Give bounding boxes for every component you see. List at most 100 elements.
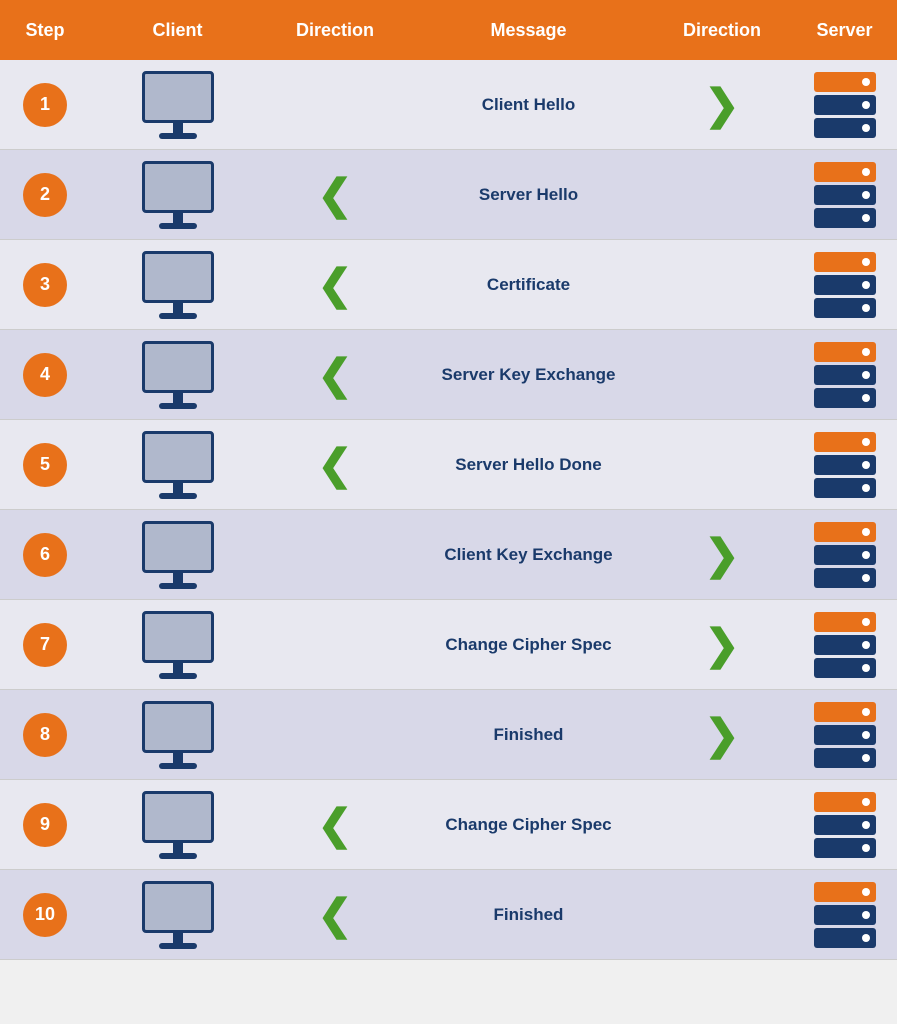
step-cell: 3: [0, 263, 90, 307]
step-cell: 6: [0, 533, 90, 577]
server-unit-mid: [814, 545, 876, 565]
client-cell: [90, 251, 265, 319]
direction-right-cell: ❯: [652, 534, 792, 576]
monitor-screen: [142, 611, 214, 663]
message-text: Change Cipher Spec: [445, 635, 611, 655]
server-unit-mid: [814, 275, 876, 295]
server-dot: [862, 281, 870, 289]
arrow-right-icon: ❯: [704, 534, 739, 576]
monitor-base: [159, 583, 197, 589]
server-unit-top: [814, 252, 876, 272]
client-cell: [90, 161, 265, 229]
direction-left-cell: ❮: [265, 174, 405, 216]
server-unit-top: [814, 342, 876, 362]
server-unit-mid: [814, 905, 876, 925]
monitor-icon: [142, 341, 214, 409]
message-cell: Change Cipher Spec: [405, 635, 652, 655]
step-cell: 8: [0, 713, 90, 757]
monitor-screen: [142, 251, 214, 303]
step-cell: 2: [0, 173, 90, 217]
monitor-icon: [142, 791, 214, 859]
server-dot: [862, 124, 870, 132]
server-cell: [792, 252, 897, 318]
server-unit-top: [814, 612, 876, 632]
step-badge: 5: [23, 443, 67, 487]
direction-left-cell: ❮: [265, 444, 405, 486]
message-text: Client Hello: [482, 95, 576, 115]
server-icon: [814, 882, 876, 948]
message-cell: Finished: [405, 725, 652, 745]
message-cell: Client Key Exchange: [405, 545, 652, 565]
server-cell: [792, 702, 897, 768]
server-dot: [862, 461, 870, 469]
server-dot: [862, 348, 870, 356]
monitor-base: [159, 223, 197, 229]
server-unit-mid: [814, 185, 876, 205]
monitor-neck: [173, 483, 183, 493]
server-dot: [862, 821, 870, 829]
monitor-base: [159, 493, 197, 499]
server-unit-bot: [814, 838, 876, 858]
monitor-neck: [173, 933, 183, 943]
arrow-left-icon: ❮: [317, 174, 352, 216]
arrow-left-icon: ❮: [317, 894, 352, 936]
step-badge: 10: [23, 893, 67, 937]
monitor-screen: [142, 161, 214, 213]
monitor-icon: [142, 881, 214, 949]
server-unit-top: [814, 432, 876, 452]
monitor-neck: [173, 123, 183, 133]
monitor-icon: [142, 701, 214, 769]
server-unit-bot: [814, 928, 876, 948]
monitor-screen: [142, 431, 214, 483]
server-unit-bot: [814, 658, 876, 678]
table-row: 10 ❮ Finished: [0, 870, 897, 960]
message-text: Client Key Exchange: [444, 545, 612, 565]
monitor-screen: [142, 71, 214, 123]
server-dot: [862, 754, 870, 762]
server-unit-bot: [814, 748, 876, 768]
server-icon: [814, 162, 876, 228]
table-row: 1 Client Hello ❯: [0, 60, 897, 150]
monitor-icon: [142, 71, 214, 139]
message-cell: Server Key Exchange: [405, 365, 652, 385]
direction-right-cell: ❯: [652, 624, 792, 666]
server-unit-bot: [814, 118, 876, 138]
server-dot: [862, 574, 870, 582]
direction-left-cell: ❮: [265, 264, 405, 306]
header-client: Client: [90, 20, 265, 41]
message-text: Server Key Exchange: [442, 365, 616, 385]
arrow-left-icon: ❮: [317, 444, 352, 486]
monitor-neck: [173, 213, 183, 223]
server-dot: [862, 551, 870, 559]
server-cell: [792, 432, 897, 498]
server-dot: [862, 934, 870, 942]
server-dot: [862, 528, 870, 536]
table-row: 2 ❮ Server Hello: [0, 150, 897, 240]
client-cell: [90, 71, 265, 139]
arrow-right-icon: ❯: [704, 714, 739, 756]
message-cell: Server Hello Done: [405, 455, 652, 475]
table-header: Step Client Direction Message Direction …: [0, 0, 897, 60]
arrow-left-icon: ❮: [317, 264, 352, 306]
server-unit-mid: [814, 365, 876, 385]
step-cell: 7: [0, 623, 90, 667]
step-cell: 1: [0, 83, 90, 127]
server-unit-bot: [814, 478, 876, 498]
server-dot: [862, 911, 870, 919]
server-cell: [792, 792, 897, 858]
monitor-icon: [142, 161, 214, 229]
server-unit-mid: [814, 635, 876, 655]
monitor-base: [159, 763, 197, 769]
arrow-left-icon: ❮: [317, 804, 352, 846]
table-row: 6 Client Key Exchange ❯: [0, 510, 897, 600]
message-text: Server Hello: [479, 185, 578, 205]
server-dot: [862, 191, 870, 199]
monitor-neck: [173, 843, 183, 853]
server-cell: [792, 72, 897, 138]
server-icon: [814, 342, 876, 408]
server-cell: [792, 522, 897, 588]
arrow-left-icon: ❮: [317, 354, 352, 396]
client-cell: [90, 881, 265, 949]
direction-right-cell: ❯: [652, 714, 792, 756]
step-badge: 4: [23, 353, 67, 397]
